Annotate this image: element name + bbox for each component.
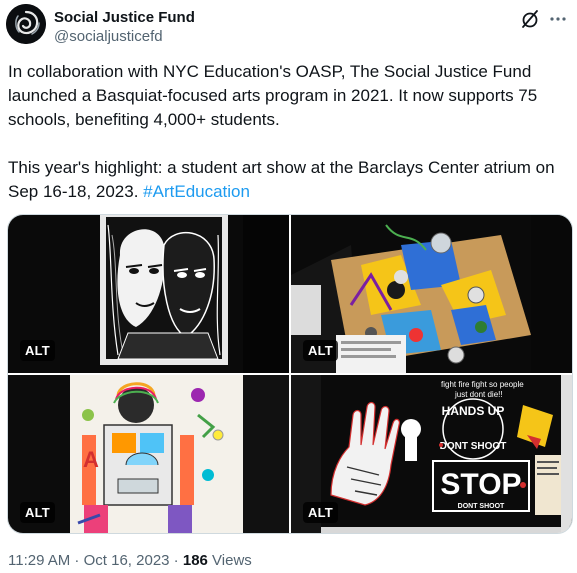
alt-badge[interactable]: ALT [303,340,338,361]
media-image-2[interactable]: ALT [291,215,572,373]
tweet-paragraph-2: This year's highlight: a student art sho… [8,156,573,204]
grok-slash-icon[interactable] [519,8,541,30]
media-grid: ALT ALT A ALT HANDS UP DONT SHOOT fight … [7,214,573,534]
hands-up-text: HANDS UP [442,404,505,418]
meta-separator: · [169,552,183,569]
top-note-text: fight fire fight so people [441,380,524,389]
alt-badge[interactable]: ALT [303,502,338,523]
tweet-paragraph-1: In collaboration with NYC Education's OA… [8,62,538,129]
avatar[interactable] [6,4,46,44]
tweet-meta: 11:29 AM · Oct 16, 2023 · 186 Views [8,552,252,569]
tweet-paragraph-2-text: This year's highlight: a student art sho… [8,158,555,201]
stop-subtext: DONT SHOOT [458,503,505,510]
user-handle[interactable]: @socialjusticefd [54,28,163,45]
svg-text:A: A [83,447,99,472]
tweet-text: In collaboration with NYC Education's OA… [8,60,573,204]
media-image-4[interactable]: HANDS UP DONT SHOOT fight fire fight so … [291,375,572,533]
views-label: Views [207,552,252,569]
alt-badge[interactable]: ALT [20,340,55,361]
display-name[interactable]: Social Justice Fund [54,9,195,26]
top-note-2-text: just dont die!! [454,390,503,399]
tweet-time[interactable]: 11:29 AM [8,552,70,569]
tweet-header: Social Justice Fund @socialjusticefd [6,4,571,48]
media-image-3[interactable]: A ALT [8,375,289,533]
tweet-date[interactable]: Oct 16, 2023 [84,552,170,569]
swirl-logo-icon [6,4,46,44]
stop-sign-text: STOP [440,468,521,501]
hashtag-link[interactable]: #ArtEducation [143,182,250,201]
meta-separator: · [70,552,84,569]
more-dots-icon[interactable] [547,8,569,30]
alt-badge[interactable]: ALT [20,502,55,523]
media-image-1[interactable]: ALT [8,215,289,373]
dont-shoot-arc-text: DONT SHOOT [440,441,507,452]
views-count: 186 [182,552,208,569]
